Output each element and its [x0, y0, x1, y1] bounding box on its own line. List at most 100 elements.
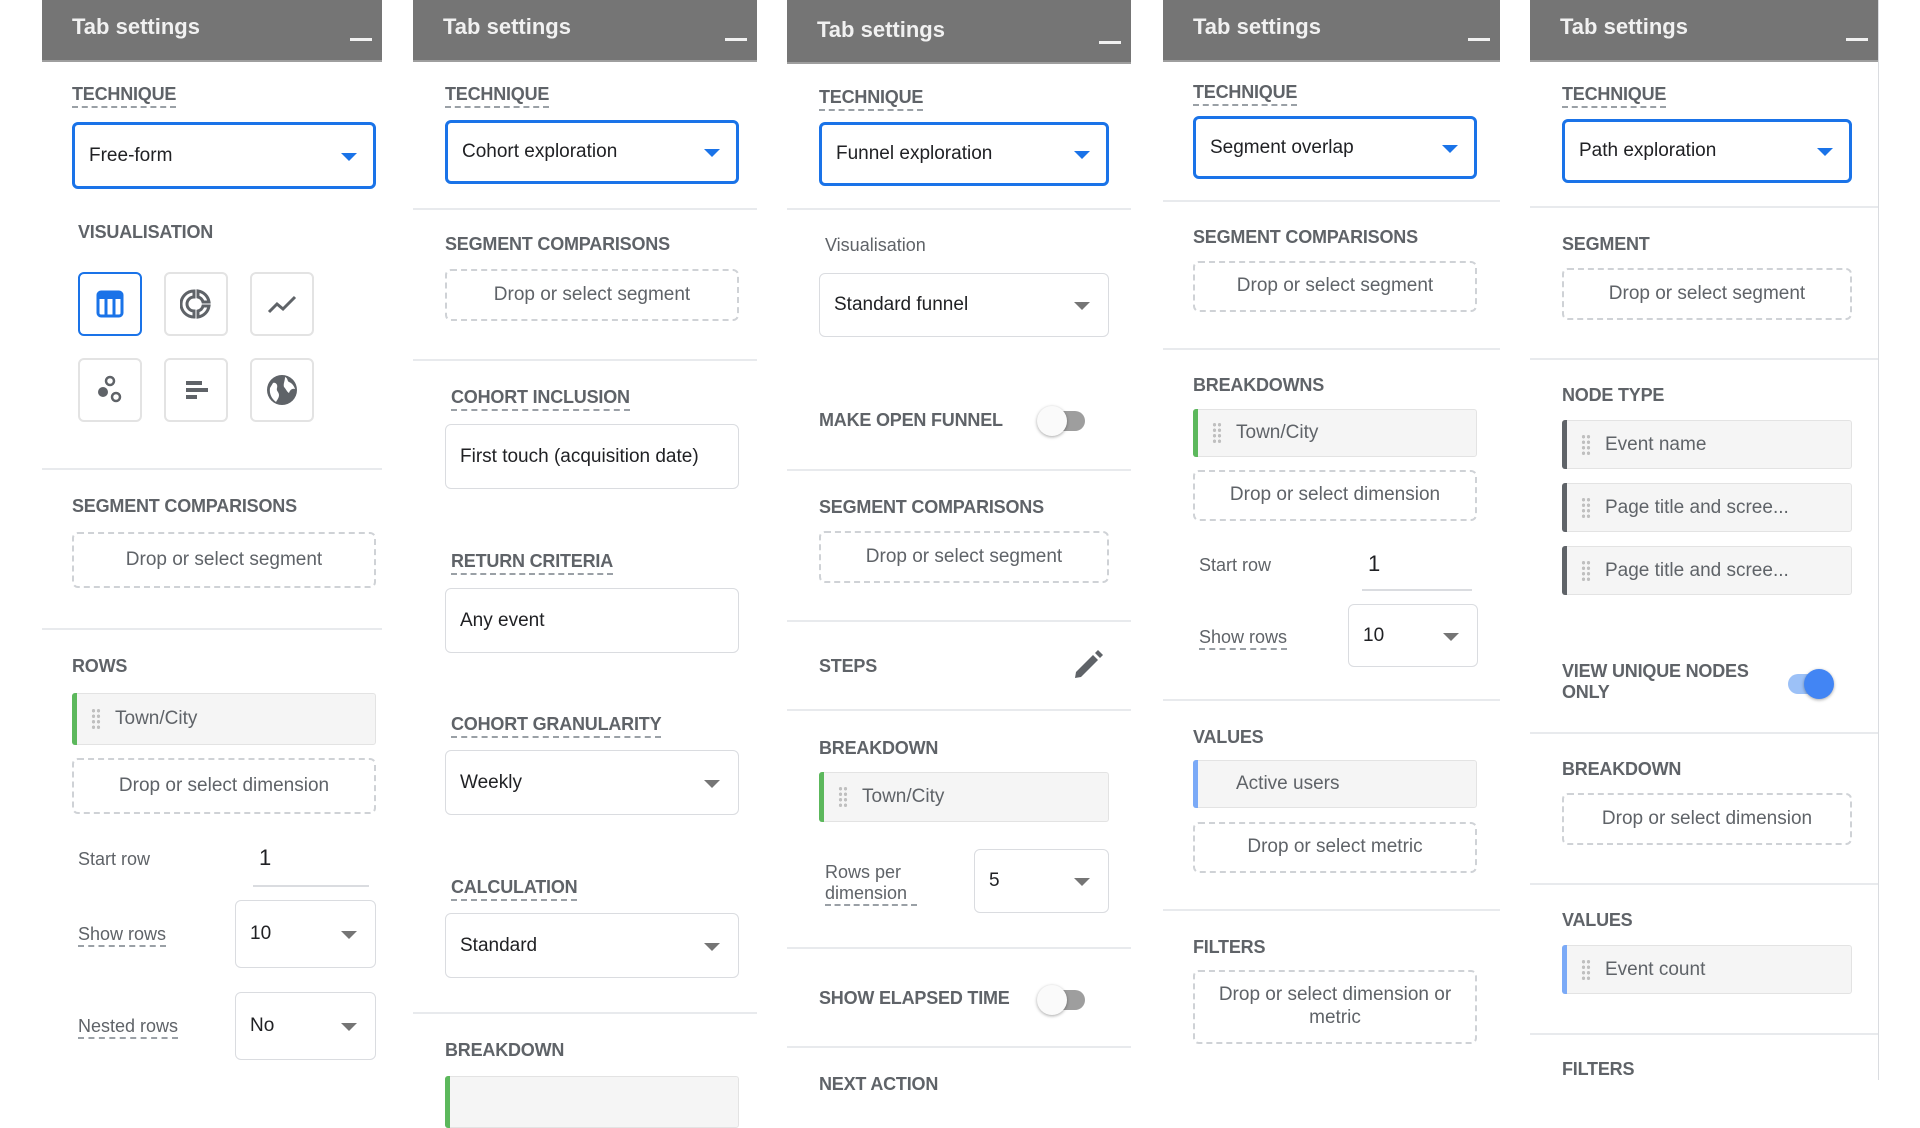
calculation-select[interactable]: Standard: [445, 913, 739, 978]
node-type-chip[interactable]: Event name: [1562, 420, 1852, 469]
toggle-knob: [1037, 406, 1067, 436]
segment-dropzone[interactable]: Drop or select segment: [445, 269, 739, 321]
values-label: VALUES: [1562, 910, 1633, 930]
divider: [787, 469, 1131, 471]
divider: [1163, 909, 1500, 911]
divider: [42, 468, 382, 470]
dimension-dropzone[interactable]: Drop or select dimension: [1193, 470, 1477, 521]
show-rows-select[interactable]: 10: [1348, 604, 1478, 667]
segment-comparisons-label: SEGMENT COMPARISONS: [1193, 227, 1418, 247]
panel-title: Tab settings: [443, 14, 571, 39]
chip-label: Town/City: [1236, 422, 1319, 443]
breakdown-chip-town-city[interactable]: Town/City: [1193, 409, 1477, 457]
geo-map-icon: [267, 375, 297, 405]
segment-dropzone[interactable]: Drop or select segment: [819, 531, 1109, 583]
breakdown-label: BREAKDOWN: [445, 1040, 565, 1060]
chevron-down-icon: [704, 779, 720, 788]
node-type-chip[interactable]: Page title and scree...: [1562, 483, 1852, 532]
minimize-button[interactable]: [1468, 38, 1490, 41]
make-open-funnel-label: MAKE OPEN FUNNEL: [819, 410, 1003, 430]
panel-header: Tab settings: [787, 0, 1131, 64]
drag-handle-icon[interactable]: [1581, 559, 1591, 582]
minimize-button[interactable]: [350, 38, 372, 41]
table-icon: [96, 290, 124, 318]
metric-dropzone[interactable]: Drop or select metric: [1193, 822, 1477, 873]
start-row-input[interactable]: 1: [253, 845, 369, 887]
divider: [1530, 206, 1878, 208]
technique-select[interactable]: Funnel exploration: [819, 122, 1109, 186]
segment-dropzone[interactable]: Drop or select segment: [72, 532, 376, 588]
technique-select[interactable]: Path exploration: [1562, 119, 1852, 183]
dimension-color-bar: [445, 1076, 450, 1128]
technique-label: TECHNIQUE: [1193, 82, 1297, 106]
technique-select[interactable]: Segment overlap: [1193, 116, 1477, 179]
value-chip-active-users[interactable]: Active users: [1193, 760, 1477, 808]
segment-dropzone[interactable]: Drop or select segment: [1562, 268, 1852, 320]
next-action-label: NEXT ACTION: [819, 1074, 939, 1094]
drag-handle-icon[interactable]: [1581, 958, 1591, 981]
minimize-button[interactable]: [725, 38, 747, 41]
rows-per-dimension-select[interactable]: 5: [974, 849, 1109, 913]
calculation-value: Standard: [460, 934, 538, 956]
row-chip-town-city[interactable]: Town/City: [72, 693, 376, 745]
return-criteria-select[interactable]: Any event: [445, 588, 739, 653]
filters-label: FILTERS: [1193, 937, 1266, 957]
visualisation-geo-button[interactable]: [250, 358, 314, 422]
drag-handle-icon[interactable]: [838, 786, 848, 808]
chevron-down-icon: [1074, 151, 1090, 159]
show-elapsed-time-toggle[interactable]: [1037, 985, 1089, 1015]
segment-dropzone[interactable]: Drop or select segment: [1193, 261, 1477, 312]
drag-handle-icon[interactable]: [1581, 433, 1591, 456]
value-chip-event-count[interactable]: Event count: [1562, 945, 1852, 994]
technique-label: TECHNIQUE: [819, 87, 923, 111]
filters-label: FILTERS: [1562, 1059, 1635, 1079]
technique-value: Cohort exploration: [462, 141, 618, 162]
rows-per-dimension-label: Rows per dimension: [825, 862, 917, 906]
visualisation-table-button[interactable]: [78, 272, 142, 336]
visualisation-scatter-button[interactable]: [78, 358, 142, 422]
breakdown-chip-town-city[interactable]: Town/City: [819, 772, 1109, 822]
technique-select[interactable]: Free-form: [72, 122, 376, 189]
drag-handle-icon[interactable]: [1581, 496, 1591, 519]
divider: [787, 709, 1131, 711]
divider: [1163, 699, 1500, 701]
filter-dropzone[interactable]: Drop or select dimension or metric: [1193, 970, 1477, 1044]
drag-handle-icon[interactable]: [91, 708, 101, 730]
divider: [413, 208, 757, 210]
chevron-down-icon: [1817, 148, 1833, 156]
panel-header: Tab settings: [1530, 0, 1878, 62]
minimize-button[interactable]: [1099, 41, 1121, 44]
line-chart-icon: [267, 295, 297, 314]
dimension-dropzone[interactable]: Drop or select dimension: [1562, 793, 1852, 845]
rows-label: ROWS: [72, 656, 128, 676]
visualisation-bar-button[interactable]: [164, 358, 228, 422]
show-rows-value: 10: [1363, 624, 1385, 646]
panel-title: Tab settings: [1560, 14, 1688, 39]
tab-settings-panel-free-form: Tab settings TECHNIQUE Free-form VISUALI…: [42, 0, 382, 1080]
cohort-granularity-select[interactable]: Weekly: [445, 750, 739, 815]
breakdown-chip[interactable]: [445, 1076, 739, 1128]
technique-label: TECHNIQUE: [1562, 84, 1666, 108]
toggle-knob: [1037, 985, 1067, 1015]
make-open-funnel-toggle[interactable]: [1037, 406, 1089, 436]
node-type-label: NODE TYPE: [1562, 385, 1665, 405]
start-row-input[interactable]: 1: [1362, 551, 1472, 591]
node-type-chip[interactable]: Page title and scree...: [1562, 546, 1852, 595]
view-unique-nodes-toggle[interactable]: [1780, 669, 1834, 699]
metric-color-bar: [1193, 760, 1198, 808]
breakdowns-label: BREAKDOWNS: [1193, 375, 1324, 395]
pencil-icon[interactable]: [1071, 648, 1105, 682]
minimize-button[interactable]: [1846, 38, 1868, 41]
show-rows-select[interactable]: 10: [235, 900, 376, 968]
dimension-dropzone[interactable]: Drop or select dimension: [72, 758, 376, 814]
visualisation-line-button[interactable]: [250, 272, 314, 336]
panel-title: Tab settings: [1193, 14, 1321, 39]
nested-rows-select[interactable]: No: [235, 992, 376, 1060]
cohort-inclusion-select[interactable]: First touch (acquisition date): [445, 424, 739, 489]
visualisation-donut-button[interactable]: [164, 272, 228, 336]
metric-color-bar: [1562, 945, 1567, 994]
drag-handle-icon[interactable]: [1212, 422, 1222, 444]
visualisation-select[interactable]: Standard funnel: [819, 273, 1109, 337]
chip-label: Event count: [1605, 958, 1706, 980]
technique-select[interactable]: Cohort exploration: [445, 120, 739, 184]
